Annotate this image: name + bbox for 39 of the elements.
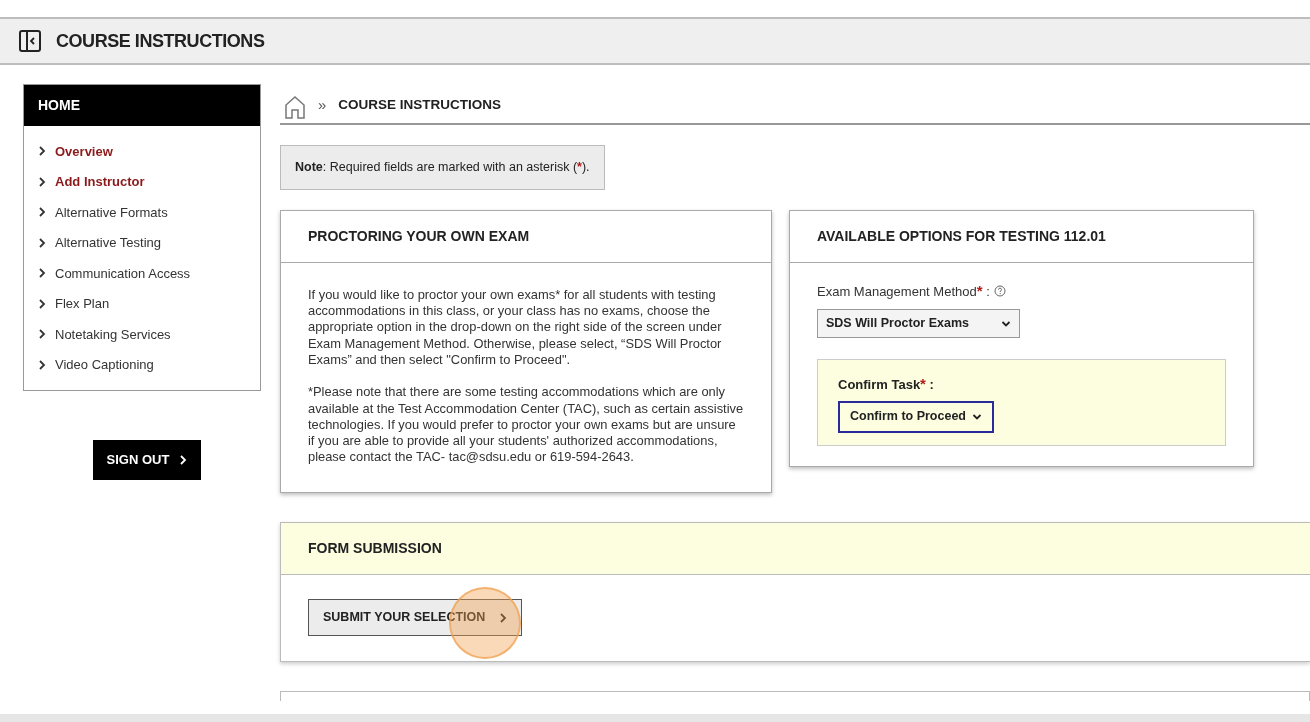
instruction-paragraph: If you would like to proctor your own exams* for all students with testing accommodations in this class, or your class has no exams, choose the appropriate option in the drop-down on the right side of the screen under Exam Management Method. Otherwise, please select, “SDS Will Proctor Exams” and then select "Confirm to Proceed". [308,286,723,369]
sign-out-button[interactable]: SIGN OUT [92,440,202,480]
breadcrumb-separator: » [318,94,327,115]
sidebar-link[interactable]: Communication Access [24,258,260,289]
field-label: Exam Management Method* : [817,280,990,301]
confirm-task-dropdown[interactable]: Confirm to Proceed [838,400,994,433]
page-title: COURSE INSTRUCTIONS [56,29,265,53]
chevron-right-icon [38,236,46,249]
sidebar-link[interactable]: Video Captioning [24,349,260,380]
required-fields-note: Note: Required fields are marked with an asterisk (*). [280,145,605,190]
chevron-right-icon [499,611,508,624]
caret-icon [1001,319,1011,328]
sidebar-link[interactable]: Flex Plan [24,288,260,319]
sidebar-link[interactable]: Overview [24,136,260,167]
card-title: PROCTORING YOUR OWN EXAM [308,226,530,246]
caret-icon [972,412,982,421]
chevron-right-icon [38,328,46,341]
sidebar-title: HOME [24,85,260,126]
card-title: AVAILABLE OPTIONS FOR TESTING 112.01 [817,226,1106,246]
card-title: FORM SUBMISSION [308,538,442,558]
instruction-paragraph: *Please note that there are some testing accommodations which are only available at the Test Accommodation Center (TAC), such as certain assistive technologies. If you would prefer to proctor your own exams but are unsure if you are able to provide all your students' authorized accommodations, please contact the TAC- tac@sdsu.edu or 619-594-2643. [308,384,744,466]
breadcrumb-current: COURSE INSTRUCTIONS [338,95,502,114]
chevron-right-icon [38,267,46,280]
chevron-right-icon [179,454,188,466]
chevron-right-icon [38,358,46,371]
submit-button[interactable]: SUBMIT YOUR SELECTION [308,599,523,637]
sidebar-link[interactable]: Alternative Testing [24,227,260,258]
sidebar-link[interactable]: Alternative Formats [24,197,260,228]
home-icon[interactable] [284,95,306,119]
chevron-right-icon [38,145,46,158]
collapse-sidebar-icon[interactable] [18,29,42,53]
sidebar-link[interactable]: Notetaking Services [24,319,260,350]
exam-method-dropdown[interactable]: SDS Will Proctor Exams [817,309,1020,339]
chevron-right-icon [38,175,46,188]
sidebar-link[interactable]: Add Instructor [24,166,260,197]
chevron-right-icon [38,206,46,219]
chevron-right-icon [38,297,46,310]
field-label: Confirm Task* : [838,374,935,395]
help-icon[interactable] [993,285,1006,297]
